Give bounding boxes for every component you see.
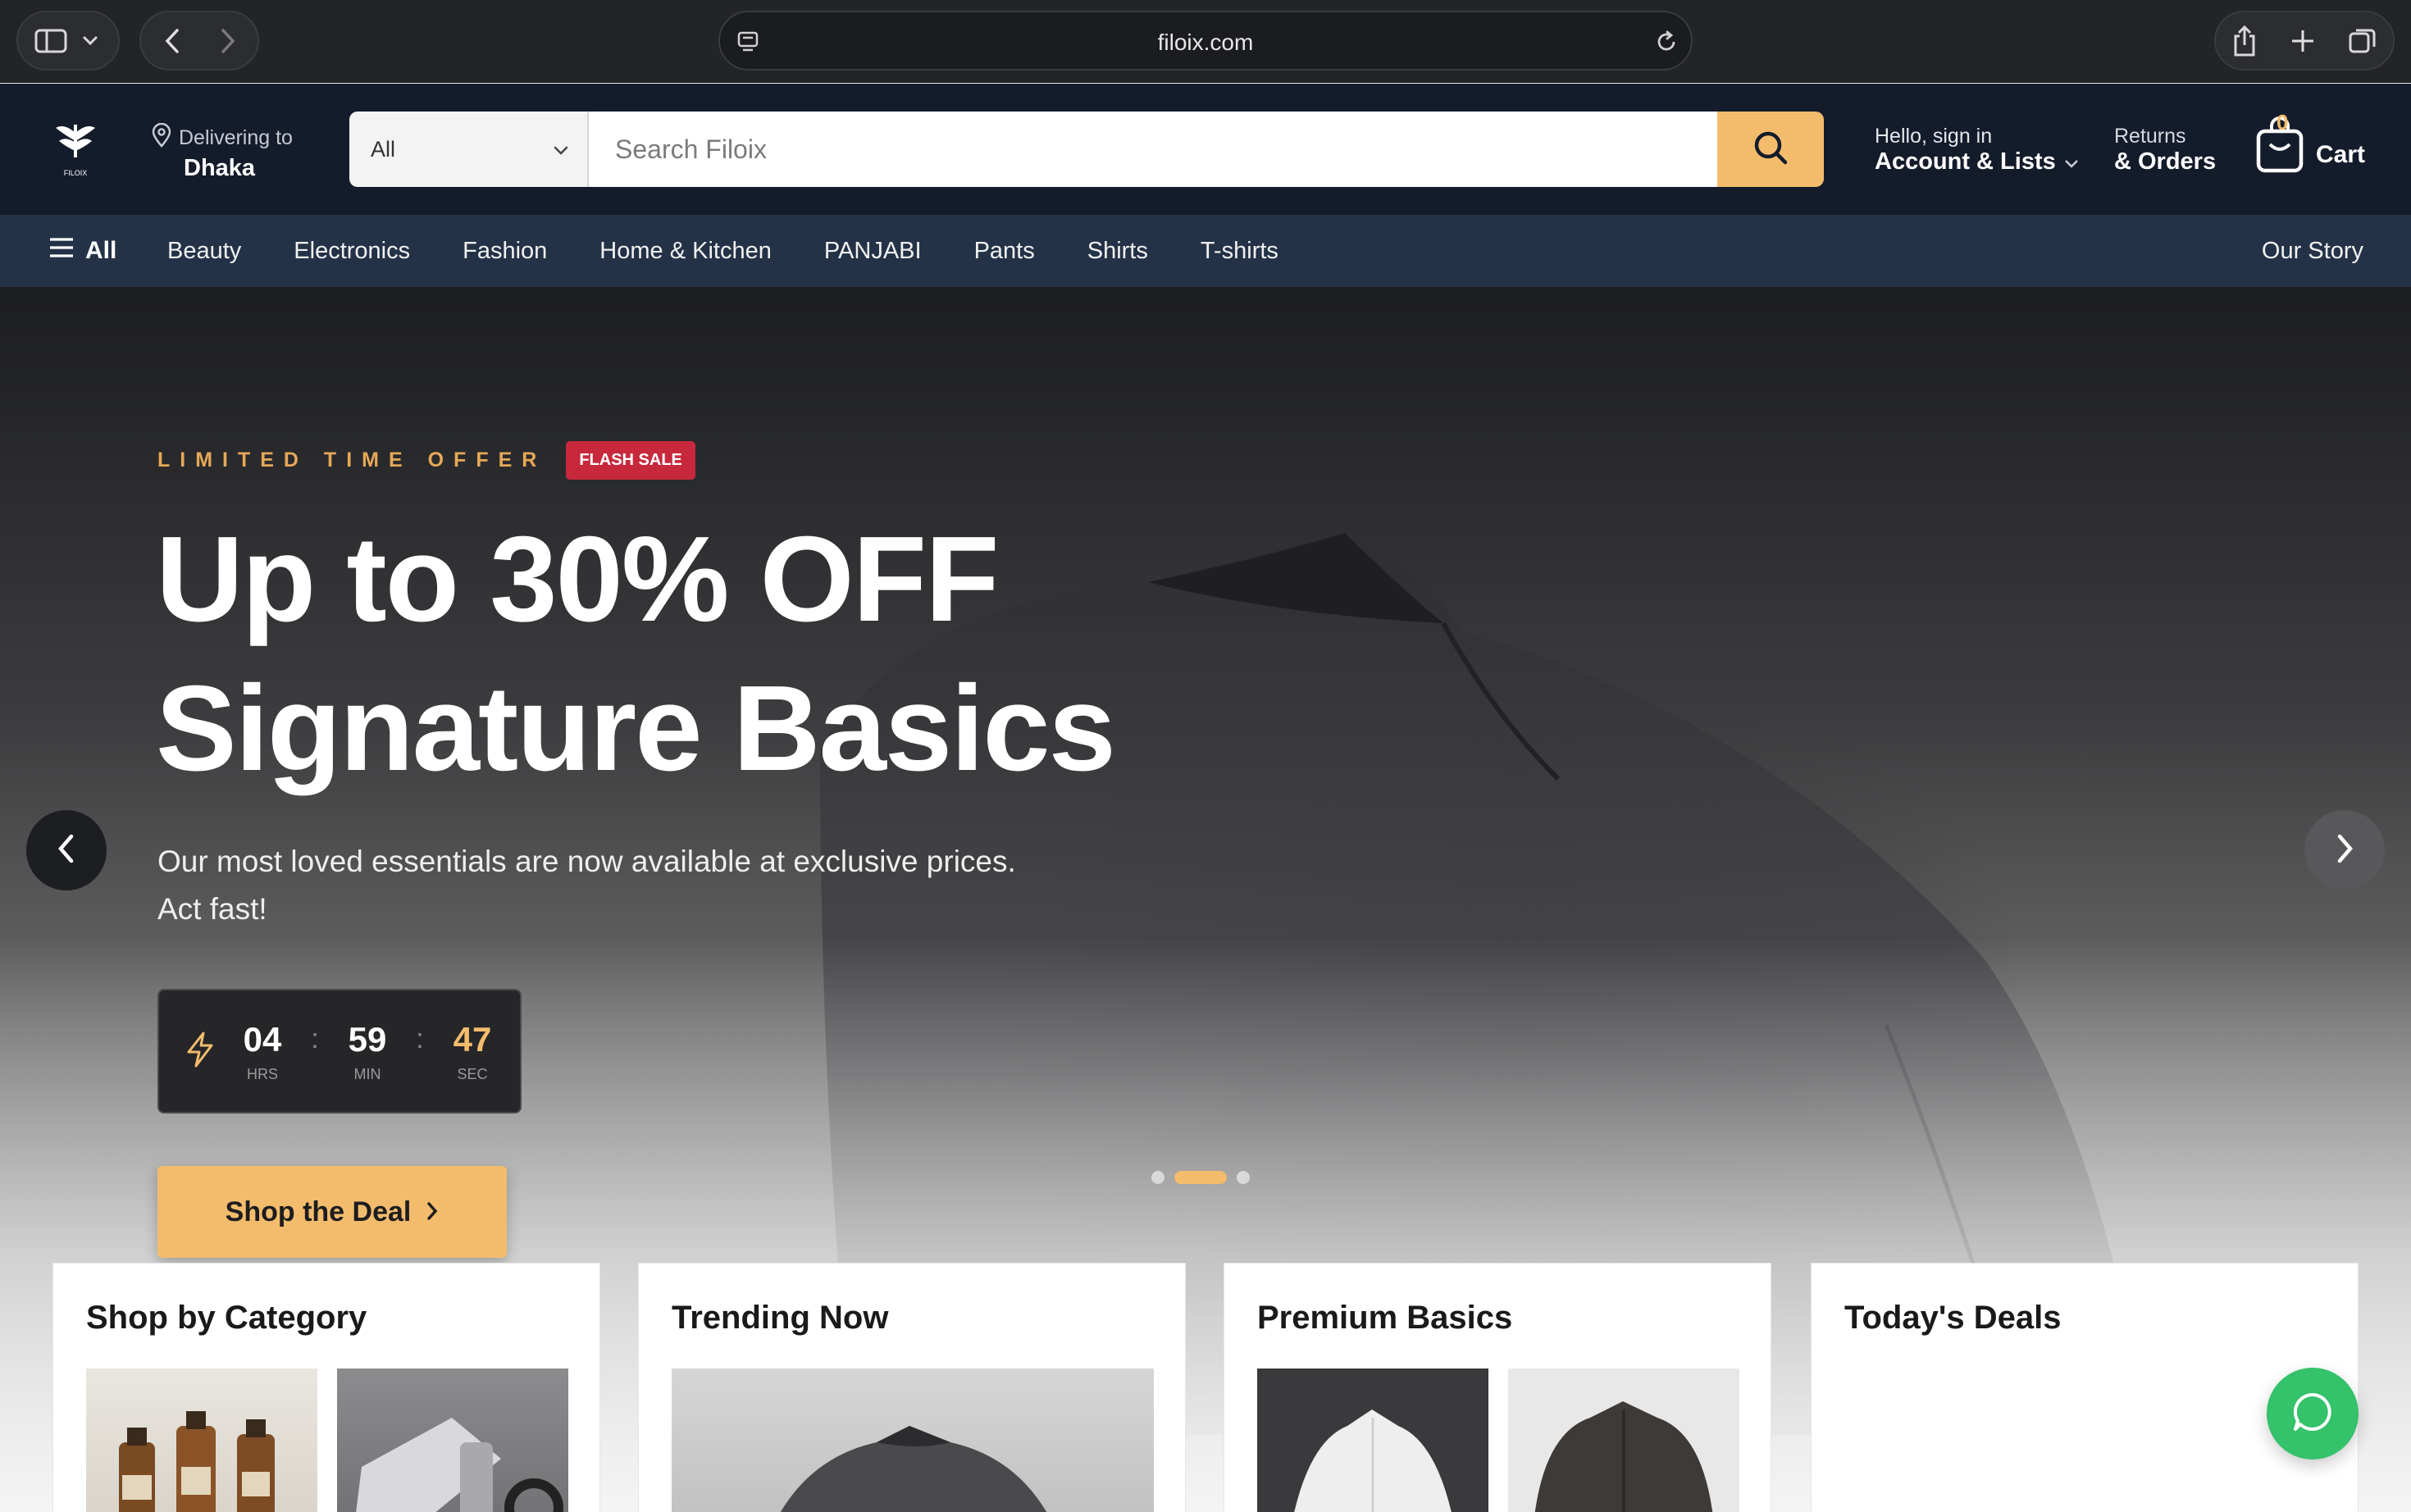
chevron-down-icon — [553, 137, 569, 162]
nav-item-beauty[interactable]: Beauty — [167, 238, 241, 265]
card-title: Trending Now — [672, 1300, 889, 1336]
card-shop-by-category[interactable]: Shop by Category — [52, 1263, 600, 1512]
card-title: Premium Basics — [1257, 1300, 1513, 1336]
hamburger-icon — [49, 237, 74, 265]
chevron-right-icon — [426, 1196, 439, 1228]
hero-eyebrow: LIMITED TIME OFFER — [157, 449, 547, 471]
carousel-prev-button[interactable] — [26, 810, 107, 890]
search-input[interactable] — [589, 112, 1717, 187]
location-pin-icon — [151, 122, 172, 153]
premium-white-shirt-image[interactable] — [1257, 1369, 1488, 1512]
lightning-icon — [184, 1031, 233, 1073]
countdown-minutes: 59 — [348, 1019, 387, 1059]
countdown-seconds: 47 — [453, 1019, 492, 1059]
countdown-separator: : — [416, 1022, 424, 1054]
nav-item-home-kitchen[interactable]: Home & Kitchen — [599, 238, 772, 265]
chevron-left-icon — [55, 832, 78, 869]
card-title: Today's Deals — [1844, 1300, 2062, 1336]
card-title: Shop by Category — [86, 1300, 367, 1336]
nav-item-shirts[interactable]: Shirts — [1087, 238, 1148, 265]
new-tab-icon[interactable] — [2290, 28, 2316, 54]
chat-bubble-icon — [2290, 1390, 2335, 1438]
deliver-city: Dhaka — [184, 155, 256, 181]
orders-label: & Orders — [2114, 148, 2217, 175]
countdown-seconds-label: SEC — [457, 1065, 488, 1082]
cart-button[interactable]: 0 Cart — [2254, 110, 2366, 175]
account-menu[interactable]: Hello, sign in Account & Lists — [1875, 125, 2079, 175]
hero-subtitle-line2: Act fast! — [157, 892, 267, 926]
address-bar[interactable]: filoix.com — [718, 11, 1693, 71]
reload-icon[interactable] — [1653, 29, 1679, 59]
sidebar-toggle-group[interactable] — [16, 11, 120, 71]
hero-title-line2: Signature Basics — [156, 661, 1116, 796]
carousel-next-button[interactable] — [2304, 810, 2385, 890]
returns-label: Returns — [2114, 125, 2186, 148]
url-text[interactable]: filoix.com — [720, 12, 1691, 72]
chevron-down-icon[interactable] — [82, 35, 98, 47]
countdown-timer: 04 HRS : 59 MIN : 47 SEC — [157, 989, 522, 1114]
our-story-link[interactable]: Our Story — [2262, 215, 2363, 287]
back-arrow-icon[interactable] — [162, 27, 182, 55]
countdown-hours: 04 — [243, 1019, 282, 1059]
trending-shirt-image[interactable] — [672, 1369, 1154, 1512]
hero-subtitle-line1: Our most loved essentials are now availa… — [157, 845, 1016, 878]
card-premium-basics[interactable]: Premium Basics — [1224, 1263, 1771, 1512]
account-greeting: Hello, sign in — [1875, 125, 1993, 148]
chevron-right-icon — [2333, 832, 2356, 869]
deliver-label: Delivering to — [179, 126, 293, 149]
search-category-select[interactable]: All — [349, 112, 589, 187]
countdown-minutes-label: MIN — [353, 1065, 381, 1082]
carousel-dots — [1151, 1171, 1250, 1184]
browser-toolbar: filoix.com — [0, 0, 2411, 83]
category-electronics-image[interactable] — [337, 1369, 568, 1512]
chevron-down-icon — [2064, 148, 2079, 175]
forward-arrow-icon[interactable] — [218, 27, 238, 55]
filoix-logo[interactable]: FILOIX — [49, 116, 102, 182]
cart-count: 0 — [2277, 110, 2289, 134]
hero-title: Up to 30% OFF Signature Basics — [156, 505, 1116, 804]
sidebar-icon[interactable] — [34, 28, 67, 54]
search-icon — [1752, 129, 1789, 171]
carousel-dot-active[interactable] — [1174, 1171, 1227, 1184]
shop-the-deal-label: Shop the Deal — [225, 1195, 412, 1227]
countdown-separator: : — [311, 1022, 319, 1054]
hero-title-line1: Up to 30% OFF — [156, 512, 999, 647]
site-header: FILOIX Delivering to Dhaka All Hello, si… — [0, 84, 2411, 215]
returns-orders-link[interactable]: Returns & Orders — [2114, 125, 2216, 175]
search-button[interactable] — [1717, 112, 1824, 187]
nav-item-t-shirts[interactable]: T-shirts — [1201, 238, 1278, 265]
tab-overview-icon[interactable] — [2348, 26, 2377, 56]
nav-item-pants[interactable]: Pants — [974, 238, 1035, 265]
share-icon[interactable] — [2231, 25, 2258, 57]
svg-text:FILOIX: FILOIX — [64, 169, 88, 177]
delivery-location[interactable]: Delivering to Dhaka — [151, 122, 293, 182]
search-category-value: All — [371, 136, 396, 162]
cart-icon: 0 — [2254, 110, 2306, 175]
card-trending-now[interactable]: Trending Now — [638, 1263, 1186, 1512]
history-nav-group — [139, 11, 259, 71]
flash-sale-badge: FLASH SALE — [566, 441, 695, 480]
carousel-dot[interactable] — [1151, 1171, 1164, 1184]
browser-actions-group — [2214, 11, 2395, 71]
premium-dark-shirt-image[interactable] — [1508, 1369, 1739, 1512]
cart-label: Cart — [2316, 141, 2366, 168]
carousel-dot[interactable] — [1237, 1171, 1250, 1184]
nav-item-panjabi[interactable]: PANJABI — [824, 238, 922, 265]
nav-item-electronics[interactable]: Electronics — [294, 238, 410, 265]
countdown-hours-label: HRS — [246, 1065, 278, 1082]
shop-the-deal-button[interactable]: Shop the Deal — [157, 1166, 507, 1258]
all-label: All — [85, 237, 117, 264]
category-nav: All Beauty Electronics Fashion Home & Ki… — [0, 215, 2411, 287]
account-label: Account & Lists — [1875, 148, 2056, 175]
chat-button[interactable] — [2267, 1368, 2359, 1460]
nav-item-fashion[interactable]: Fashion — [463, 238, 547, 265]
search-bar: All — [349, 112, 1824, 187]
hero-subtitle: Our most loved essentials are now availa… — [157, 838, 1142, 933]
all-categories-menu[interactable]: All — [49, 215, 116, 287]
category-beauty-image[interactable] — [86, 1369, 317, 1512]
